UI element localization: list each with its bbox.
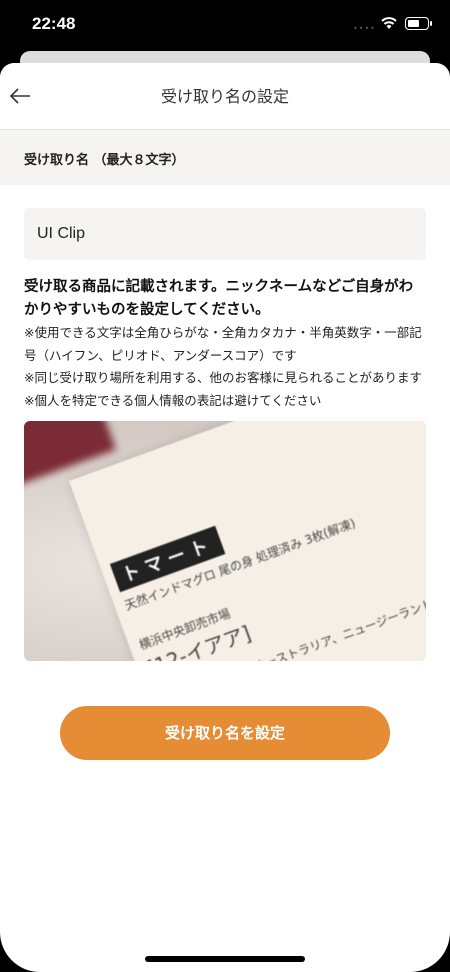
note-characters: ※使用できる文字は全角ひらがな・全角カタカナ・半角英数字・一部記号（ハイフン、ピ… [24,325,422,363]
photo-origin: オーストラリア、ニュージーランド [251,596,426,661]
example-label-photo: トマート 天然インドマグロ 尾の身 処理済み 3枚(解凍) 横浜中央卸売市場 [… [24,421,426,661]
back-arrow-icon[interactable] [8,87,32,105]
status-bar: 22:48 •••• [0,0,450,50]
battery-icon [405,17,432,30]
set-name-button[interactable]: 受け取り名を設定 [60,706,390,760]
page-title: 受け取り名の設定 [160,87,289,106]
photo-label-sticker: トマート 天然インドマグロ 尾の身 処理済み 3枚(解凍) 横浜中央卸売市場 [… [69,421,426,661]
home-indicator[interactable] [145,956,305,962]
note-visibility: ※同じ受け取り場所を利用する、他のお客様に見られることがあります [24,370,422,385]
note-privacy: ※個人を特定できる個人情報の表記は避けてください [24,392,322,408]
field-label: 受け取り名 （最大８文字） [0,130,450,185]
header: 受け取り名の設定 [0,63,450,130]
signal-icon: •••• [353,24,376,33]
description-lead: 受け取る商品に記載されます。ニックネームなどご自身がわかりやすいものを設定してく… [24,279,414,318]
wifi-icon [381,17,397,29]
modal-sheet: 受け取り名の設定 受け取り名 （最大８文字） 受け取る商品に記載されます。ニック… [0,63,450,972]
status-time: 22:48 [32,14,76,33]
receiver-name-input[interactable] [24,208,426,260]
